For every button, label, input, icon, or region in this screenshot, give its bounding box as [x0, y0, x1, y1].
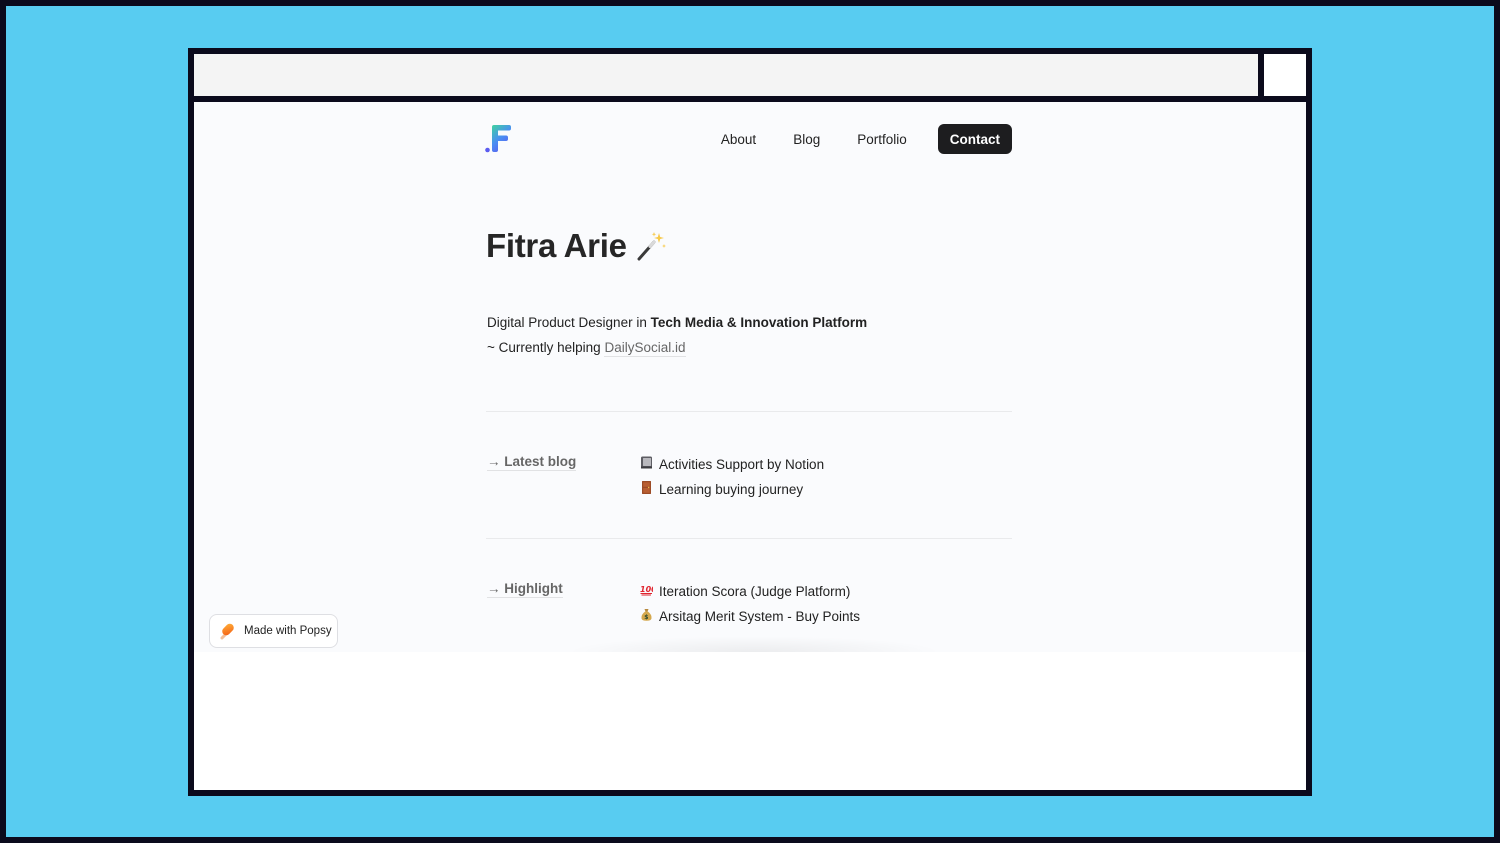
list-item[interactable]: Learning buying journey: [640, 477, 824, 502]
list-item[interactable]: Activities Support by Notion: [640, 452, 824, 477]
nav-link-blog[interactable]: Blog: [793, 132, 820, 147]
latest-blog-link[interactable]: → Latest blog: [487, 454, 577, 471]
list-item-text: Iteration Scora (Judge Platform): [659, 584, 851, 599]
notebook-icon: [641, 456, 652, 469]
popsy-badge-label: Made with Popsy: [244, 625, 332, 637]
hundred-points-icon: 100: [640, 585, 653, 596]
page: About Blog Portfolio Contact Fitra Arie: [194, 102, 1306, 652]
divider: [486, 538, 1012, 539]
nav-links: About Blog Portfolio Contact: [721, 124, 1012, 154]
list-item-text: Arsitag Merit System - Buy Points: [659, 609, 861, 624]
list-item-text: Learning buying journey: [659, 482, 804, 497]
bio: Digital Product Designer in Tech Media &…: [487, 310, 867, 360]
address-bar[interactable]: [194, 54, 1258, 96]
logo-icon[interactable]: [484, 124, 512, 154]
list-item[interactable]: $ Arsitag Merit System - Buy Points: [640, 604, 860, 629]
latest-blog-list: Activities Support by Notion Learning bu…: [640, 452, 824, 502]
magic-wand-icon: [637, 232, 666, 261]
bio-line-2: ~ Currently helping DailySocial.id: [487, 335, 867, 360]
highlight-link[interactable]: → Highlight: [487, 581, 563, 598]
page-viewport: About Blog Portfolio Contact Fitra Arie: [194, 102, 1306, 790]
bio-role-text: Digital Product Designer in: [487, 315, 651, 330]
top-nav: About Blog Portfolio Contact: [484, 124, 1012, 154]
page-title-text: Fitra Arie: [486, 227, 627, 264]
nav-link-portfolio[interactable]: Portfolio: [857, 132, 907, 147]
bio-helping-text: ~ Currently helping: [487, 340, 605, 355]
svg-text:$: $: [644, 614, 648, 621]
dailysocial-link[interactable]: DailySocial.id: [604, 340, 686, 357]
nav-link-about[interactable]: About: [721, 132, 756, 147]
door-icon: [642, 481, 651, 494]
divider: [486, 411, 1012, 412]
made-with-popsy-badge[interactable]: Made with Popsy: [209, 614, 338, 648]
bio-line-1: Digital Product Designer in Tech Media &…: [487, 310, 867, 335]
list-item-text: Activities Support by Notion: [659, 457, 825, 472]
bio-company-type: Tech Media & Innovation Platform: [650, 315, 868, 330]
contact-button[interactable]: Contact: [937, 124, 1012, 154]
browser-window: About Blog Portfolio Contact Fitra Arie: [188, 48, 1312, 796]
money-bag-icon: $: [641, 609, 652, 621]
list-item[interactable]: 100 Iteration Scora (Judge Platform): [640, 579, 860, 604]
popsicle-icon: [220, 623, 234, 640]
bottom-fade: [564, 636, 944, 652]
highlight-list: 100 Iteration Scora (Judge Platform) $ A…: [640, 579, 860, 629]
page-title: Fitra Arie: [486, 227, 667, 265]
window-corner-box: [1264, 54, 1306, 96]
svg-text:100: 100: [640, 585, 653, 594]
